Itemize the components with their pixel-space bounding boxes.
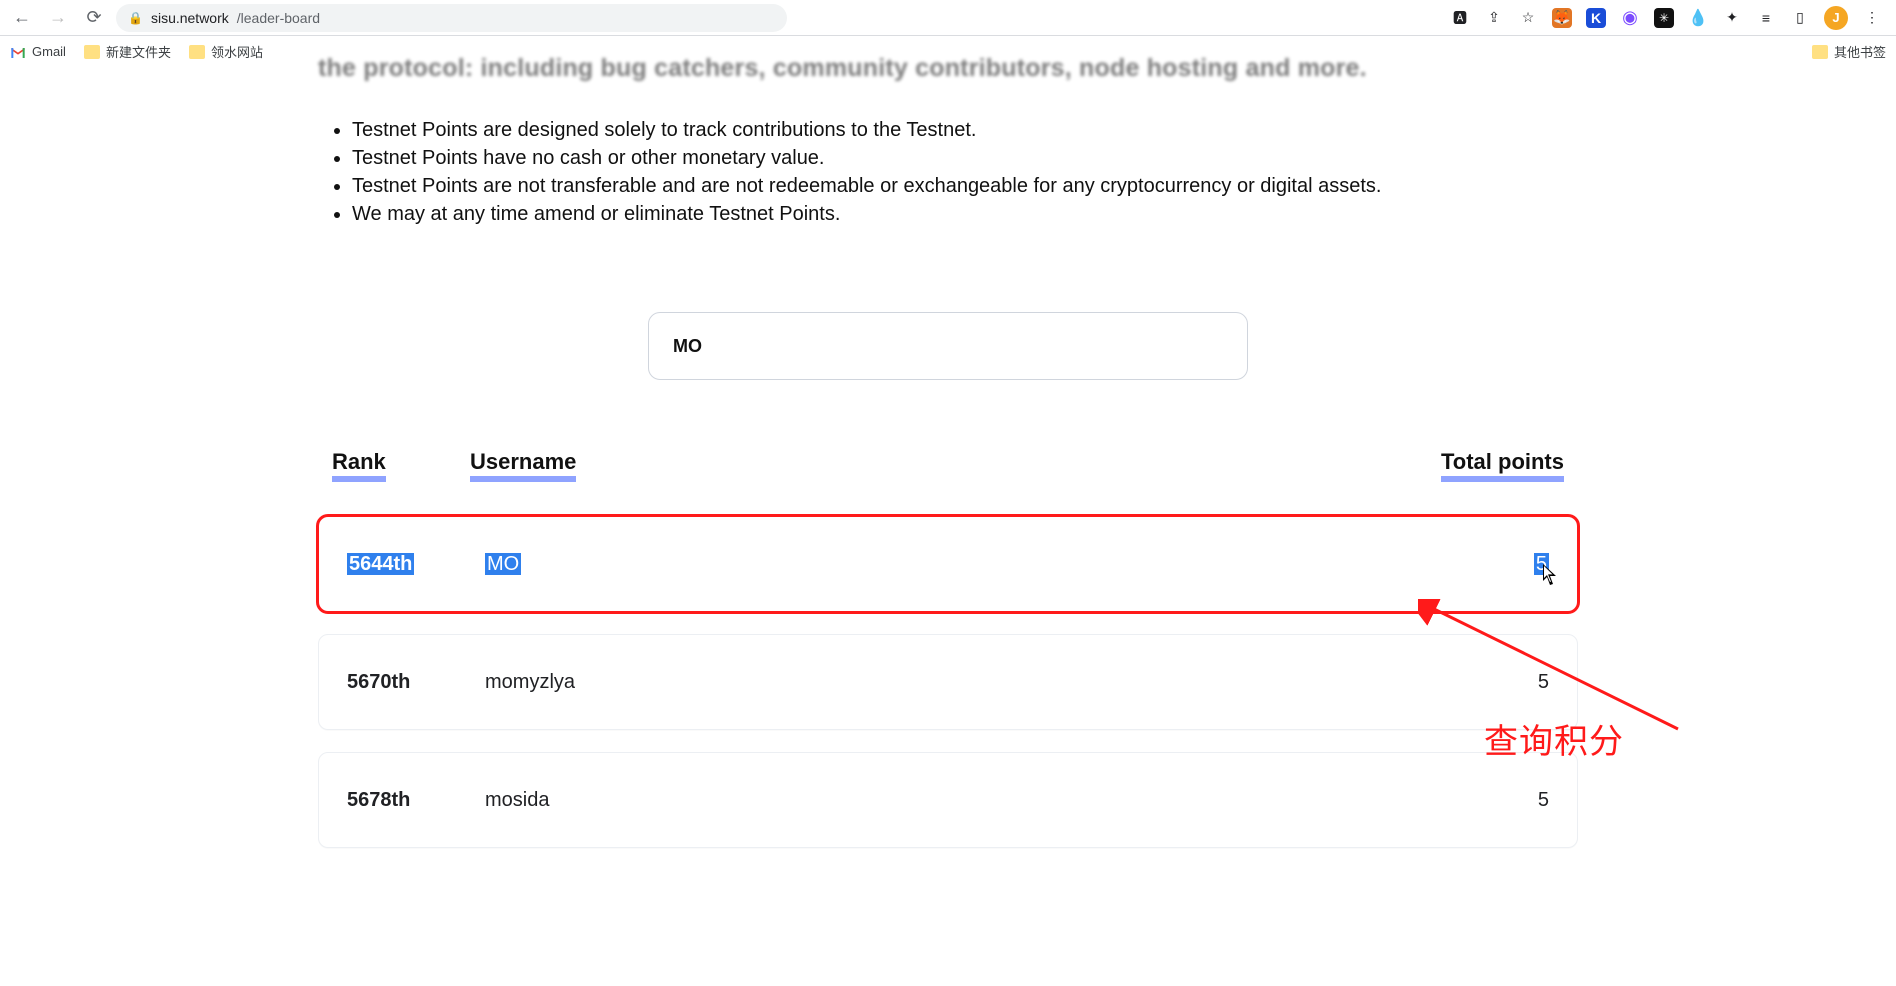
bookmark-folder-2[interactable]: 领水网站 xyxy=(189,42,263,61)
forward-button[interactable]: → xyxy=(44,4,72,32)
col-header-rank: Rank xyxy=(332,450,386,482)
sidepanel-icon[interactable]: ▯ xyxy=(1790,8,1810,28)
address-bar[interactable]: 🔒 sisu.network/leader-board xyxy=(116,4,787,32)
col-header-points: Total points xyxy=(1441,450,1564,482)
browser-toolbar: ← → ⟳ 🔒 sisu.network/leader-board 🅰︎ ⇪ ☆… xyxy=(0,0,1896,36)
col-header-username: Username xyxy=(470,450,576,482)
intro-bullets: Testnet Points are designed solely to tr… xyxy=(352,117,1578,228)
page-content: the protocol: including bug catchers, co… xyxy=(0,54,1896,888)
translate-icon[interactable]: 🅰︎ xyxy=(1450,8,1470,28)
purple-circle-icon[interactable]: ◉ xyxy=(1620,8,1640,28)
cell-points: 5 xyxy=(1489,671,1549,694)
black-square-icon[interactable]: ✳︎ xyxy=(1654,8,1674,28)
intro-cut-line: the protocol: including bug catchers, co… xyxy=(318,54,1578,83)
bookmark-gmail[interactable]: Gmail xyxy=(10,44,66,59)
share-icon[interactable]: ⇪ xyxy=(1484,8,1504,28)
bookmark-star-icon[interactable]: ☆ xyxy=(1518,8,1538,28)
bullet-item: Testnet Points have no cash or other mon… xyxy=(352,145,1578,172)
folder-icon xyxy=(189,45,205,59)
back-button[interactable]: ← xyxy=(8,4,36,32)
cell-rank: 5678th xyxy=(347,789,485,812)
profile-avatar[interactable]: J xyxy=(1824,6,1848,30)
leaderboard-row[interactable]: 5678th mosida 5 xyxy=(318,752,1578,848)
url-path: /leader-board xyxy=(237,10,320,26)
extensions-puzzle-icon[interactable]: ✦ xyxy=(1722,8,1742,28)
bookmark-label: 领水网站 xyxy=(211,42,263,61)
bookmark-label: Gmail xyxy=(32,44,66,59)
reading-list-icon[interactable]: ≡ xyxy=(1756,8,1776,28)
annotation-label: 查询积分 xyxy=(1484,714,1624,763)
reload-button[interactable]: ⟳ xyxy=(80,4,108,32)
cell-rank: 5670th xyxy=(347,671,485,694)
cell-rank: 5644th xyxy=(347,553,414,575)
cell-points: 5 xyxy=(1489,789,1549,812)
leaderboard-rows: 5644th MO 5 5670th momyzlya 5 5678th mos… xyxy=(318,516,1578,848)
bullet-item: We may at any time amend or eliminate Te… xyxy=(352,201,1578,228)
url-host: sisu.network xyxy=(151,10,229,26)
gmail-icon xyxy=(10,45,26,59)
extension-icons: 🅰︎ ⇪ ☆ 🦊 K ◉ ✳︎ 💧 ✦ ≡ ▯ J ⋮ xyxy=(1450,6,1888,30)
leaderboard-row[interactable]: 5670th momyzlya 5 xyxy=(318,634,1578,730)
folder-icon xyxy=(1812,45,1828,59)
search-input[interactable]: MO xyxy=(648,312,1248,380)
bullet-item: Testnet Points are not transferable and … xyxy=(352,173,1578,200)
bookmark-label: 新建文件夹 xyxy=(106,42,171,61)
leaderboard-header: Rank Username Total points xyxy=(318,450,1578,488)
lock-icon: 🔒 xyxy=(128,11,143,25)
search-value: MO xyxy=(673,336,702,357)
folder-icon xyxy=(84,45,100,59)
cell-username: momyzlya xyxy=(485,671,1489,694)
droplet-icon[interactable]: 💧 xyxy=(1688,8,1708,28)
bullet-item: Testnet Points are designed solely to tr… xyxy=(352,117,1578,144)
bookmark-label: 其他书签 xyxy=(1834,42,1886,61)
bookmark-other-folder[interactable]: 其他书签 xyxy=(1812,42,1886,61)
k-extension-icon[interactable]: K xyxy=(1586,8,1606,28)
metamask-icon[interactable]: 🦊 xyxy=(1552,8,1572,28)
leaderboard-row[interactable]: 5644th MO 5 xyxy=(318,516,1578,612)
cell-username: MO xyxy=(485,553,521,575)
kebab-menu-icon[interactable]: ⋮ xyxy=(1862,8,1882,28)
bookmark-folder-1[interactable]: 新建文件夹 xyxy=(84,42,171,61)
cell-username: mosida xyxy=(485,789,1489,812)
